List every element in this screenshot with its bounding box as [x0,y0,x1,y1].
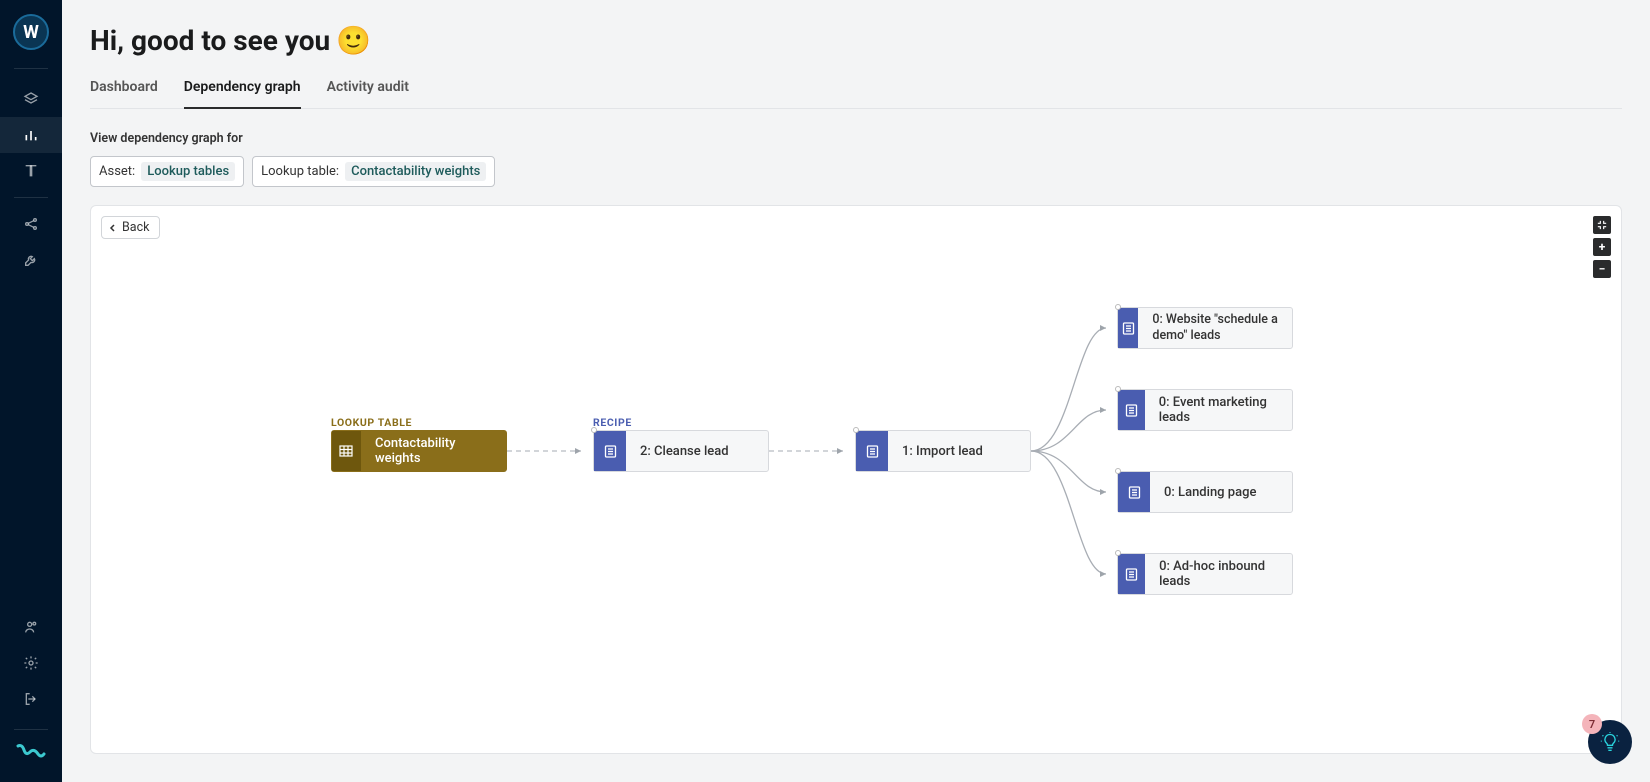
brand-mark-icon [16,742,46,760]
nav-analytics[interactable] [0,117,62,153]
graph-edges [91,206,1621,753]
port-icon [1115,386,1121,392]
node-leaf3-title: 0: Ad-hoc inbound leads [1145,554,1292,594]
nav-docs[interactable] [0,153,62,189]
node-leaf-landing[interactable]: 0: Landing page [1117,471,1293,513]
nav-tools[interactable] [0,242,62,278]
bar-chart-icon [23,127,39,143]
filters: Asset: Lookup tables Lookup table: Conta… [90,156,1622,187]
recipe-icon [594,431,626,471]
node-root[interactable]: Contactability weights [331,430,507,472]
graph: LOOKUP TABLE RECIPE Contactability weigh… [91,206,1621,753]
node-type-label-recipe: RECIPE [593,416,632,429]
node-leaf0-title: 0: Website "schedule a demo" leads [1138,308,1292,348]
sidebar: W [0,0,62,782]
divider [14,197,48,198]
recipe-icon [856,431,888,471]
node-type-label-lookup: LOOKUP TABLE [331,416,412,429]
gear-icon [23,655,39,671]
recipe-icon [1118,554,1145,594]
port-icon [1115,304,1121,310]
port-icon [853,427,859,433]
tab-dependency-graph[interactable]: Dependency graph [184,79,301,109]
help-fab[interactable]: 7 [1588,720,1632,764]
wrench-icon [23,252,39,268]
node-step-import[interactable]: 1: Import lead [855,430,1031,472]
recipe-icon [1118,308,1138,348]
filter-asset-label: Asset: [99,164,135,179]
tab-dashboard[interactable]: Dashboard [90,79,158,109]
nav-share[interactable] [0,206,62,242]
users-icon [23,619,39,635]
node-leaf-adhoc[interactable]: 0: Ad-hoc inbound leads [1117,553,1293,595]
node-step-cleanse[interactable]: 2: Cleanse lead [593,430,769,472]
divider [14,729,48,730]
nav-users[interactable] [0,609,62,645]
tabs: Dashboard Dependency graph Activity audi… [90,79,1622,109]
page-greeting: Hi, good to see you 🙂 [90,24,1622,57]
table-icon [332,431,361,471]
port-icon [1115,468,1121,474]
app-logo[interactable]: W [13,14,49,50]
tab-activity-audit[interactable]: Activity audit [327,79,409,109]
greeting-emoji: 🙂 [336,24,371,57]
filter-lookup-value: Contactability weights [345,162,486,181]
notification-badge: 7 [1582,714,1602,734]
node-leaf1-title: 0: Event marketing leads [1145,390,1292,430]
share-icon [23,216,39,232]
book-icon [23,163,39,179]
recipe-icon [1118,472,1150,512]
node-step1-title: 1: Import lead [888,431,997,471]
nav-settings[interactable] [0,645,62,681]
filter-lookup-table[interactable]: Lookup table: Contactability weights [252,156,495,187]
filter-asset-value: Lookup tables [141,162,235,181]
filter-heading: View dependency graph for [90,131,1622,146]
graph-canvas[interactable]: Back + − [90,205,1622,754]
nav-logout[interactable] [0,681,62,717]
greeting-text: Hi, good to see you [90,24,330,57]
layers-icon [23,91,39,107]
node-leaf-website[interactable]: 0: Website "schedule a demo" leads [1117,307,1293,349]
main-content: Hi, good to see you 🙂 Dashboard Dependen… [62,0,1650,782]
filter-asset[interactable]: Asset: Lookup tables [90,156,244,187]
filter-lookup-label: Lookup table: [261,164,339,179]
node-leaf-event[interactable]: 0: Event marketing leads [1117,389,1293,431]
node-root-title: Contactability weights [361,431,506,471]
nav-layers[interactable] [0,81,62,117]
node-leaf2-title: 0: Landing page [1150,472,1270,512]
node-step2-title: 2: Cleanse lead [626,431,743,471]
port-icon [591,427,597,433]
port-icon [1115,550,1121,556]
logout-icon [23,691,39,707]
lightbulb-icon [1600,731,1620,753]
recipe-icon [1118,390,1145,430]
